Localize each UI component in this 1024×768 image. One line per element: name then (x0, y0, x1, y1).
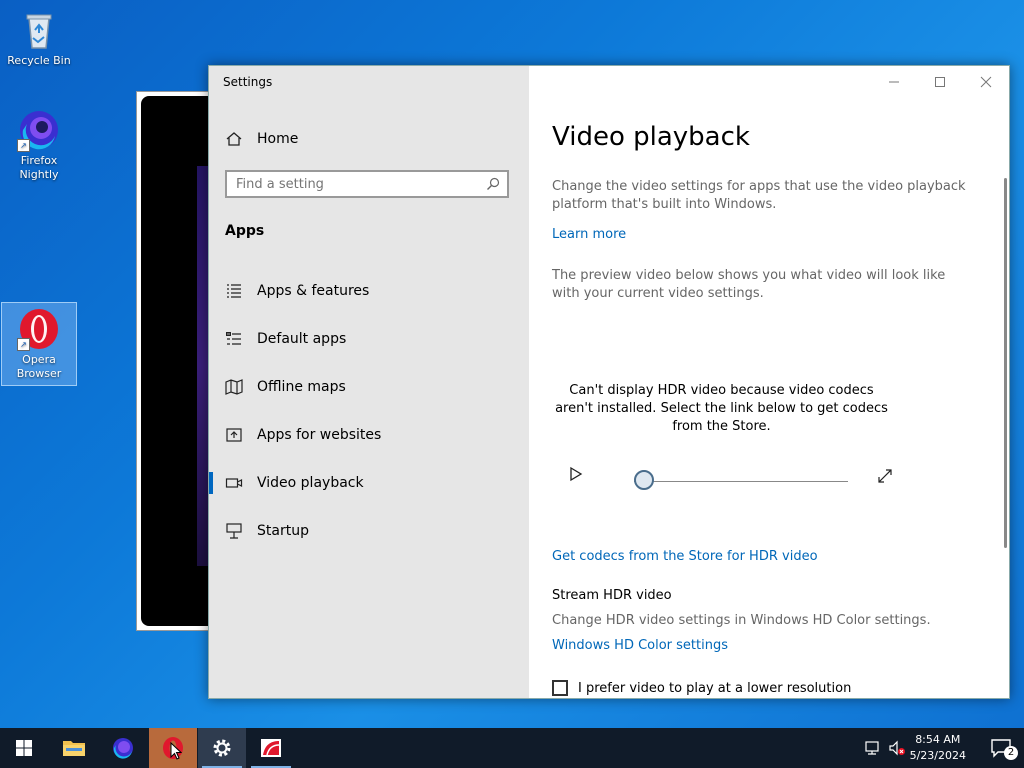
settings-nav-pane: Settings Home Apps Apps & features Defau… (209, 66, 529, 698)
page-title: Video playback (552, 122, 750, 152)
search-input[interactable] (227, 172, 476, 196)
nav-item-default-apps[interactable]: Default apps (209, 319, 529, 359)
close-button[interactable] (963, 66, 1009, 98)
windows-logo-icon (16, 740, 32, 756)
start-button[interactable] (0, 728, 48, 768)
clock[interactable]: 8:54 AM 5/23/2024 (910, 732, 966, 764)
nav-item-apps-features[interactable]: Apps & features (209, 271, 529, 311)
video-player-controls (549, 460, 899, 496)
notification-count-badge: 2 (1004, 746, 1018, 760)
hdr-notice: Can't display HDR video because video co… (555, 383, 888, 434)
folder-icon (63, 741, 85, 756)
settings-content-pane: Video playback Change the video settings… (529, 66, 1009, 698)
nav-item-label: Video playback (257, 475, 364, 491)
close-icon (980, 76, 992, 88)
lower-resolution-checkbox[interactable] (552, 680, 568, 696)
nav-item-label: Apps for websites (257, 427, 382, 443)
gear-icon (213, 739, 231, 757)
fullscreen-icon[interactable] (877, 468, 893, 484)
shortcut-arrow-icon: ↗ (17, 338, 30, 351)
open-external-icon (226, 428, 242, 442)
nav-item-offline-maps[interactable]: Offline maps (209, 367, 529, 407)
taskbar-settings[interactable] (198, 728, 246, 768)
get-codecs-link[interactable]: Get codecs from the Store for HDR video (552, 549, 818, 564)
nav-home[interactable]: Home (225, 130, 298, 148)
taskbar-opera[interactable] (149, 728, 197, 768)
hd-color-settings-link[interactable]: Windows HD Color settings (552, 638, 728, 653)
firefox-nightly-icon: ↗ (17, 108, 61, 152)
minimize-icon (889, 81, 899, 83)
content-scrollbar[interactable] (1004, 178, 1007, 548)
desktop-icon-label: Recycle Bin (7, 54, 71, 67)
minimize-button[interactable] (871, 66, 917, 98)
nav-item-label: Default apps (257, 331, 347, 347)
firefox-nightly-icon (113, 738, 133, 759)
clock-time: 8:54 AM (915, 733, 961, 746)
taskbar: 8:54 AM 5/23/2024 2 (0, 728, 1024, 768)
window-title: Settings (223, 75, 273, 89)
nav-item-label: Startup (257, 523, 309, 539)
nav-item-label: Offline maps (257, 379, 346, 395)
seek-track[interactable] (634, 481, 848, 482)
startup-icon (226, 523, 242, 539)
taskbar-file-explorer[interactable] (50, 728, 98, 768)
desktop-icon-label: Firefox Nightly (19, 154, 59, 181)
settings-window: Settings Home Apps Apps & features Defau… (208, 65, 1010, 699)
volume-muted-icon[interactable] (888, 739, 906, 757)
shortcut-arrow-icon: ↗ (17, 139, 30, 152)
page-description: Change the video settings for apps that … (552, 179, 966, 212)
search-box[interactable] (225, 170, 509, 198)
recycle-bin-icon (17, 8, 61, 52)
play-icon[interactable] (569, 466, 583, 482)
list-icon (227, 284, 241, 298)
network-icon[interactable] (864, 739, 882, 757)
home-icon (226, 132, 242, 146)
opera-icon: ↗ (17, 307, 61, 351)
nav-home-label: Home (257, 131, 299, 147)
desktop-icon-opera-browser[interactable]: ↗ Opera Browser (1, 302, 77, 386)
learn-more-link[interactable]: Learn more (552, 227, 626, 242)
seek-slider-thumb[interactable] (634, 470, 654, 490)
nav-item-apps-for-websites[interactable]: Apps for websites (209, 415, 529, 455)
nav-item-startup[interactable]: Startup (209, 511, 529, 551)
video-icon (225, 478, 243, 488)
desktop-icon-firefox-nightly[interactable]: ↗ Firefox Nightly (2, 104, 76, 190)
taskbar-app[interactable] (247, 728, 295, 768)
lower-resolution-label: I prefer video to play at a lower resolu… (578, 680, 852, 696)
desktop-icon-label: Opera Browser (16, 353, 62, 380)
nav-item-label: Apps & features (257, 283, 370, 299)
stream-hdr-title: Stream HDR video (552, 588, 672, 603)
nav-item-video-playback[interactable]: Video playback (209, 463, 529, 503)
taskbar-firefox-nightly[interactable] (99, 728, 147, 768)
clock-date: 5/23/2024 (909, 749, 966, 762)
mouse-cursor-icon (170, 742, 182, 760)
preview-description: The preview video below shows you what v… (552, 268, 946, 301)
app-icon (261, 739, 281, 757)
nav-section-title: Apps (225, 223, 265, 239)
maximize-icon (935, 77, 945, 87)
default-apps-icon (226, 332, 241, 345)
desktop-icon-recycle-bin[interactable]: Recycle Bin (2, 4, 76, 74)
lower-resolution-option[interactable]: I prefer video to play at a lower resolu… (552, 680, 851, 696)
map-icon (225, 379, 243, 395)
search-icon (487, 177, 500, 190)
stream-hdr-description: Change HDR video settings in Windows HD … (552, 613, 931, 628)
maximize-button[interactable] (917, 66, 963, 98)
